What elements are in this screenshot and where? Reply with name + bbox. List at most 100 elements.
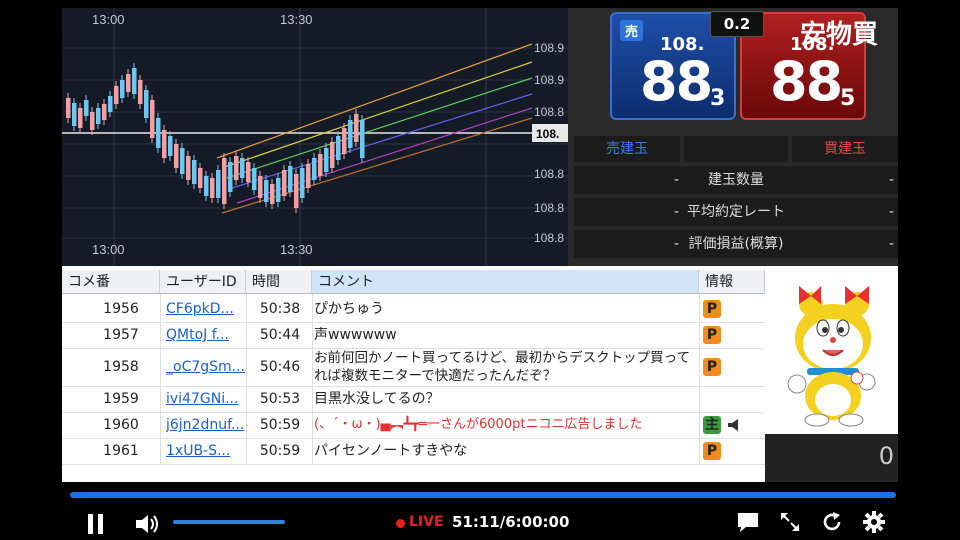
comment-icon[interactable] [736, 511, 760, 533]
price-chart[interactable]: 13:00 13:30 13:00 13:30 108.9 108.9 108.8 108.8… [62, 8, 568, 266]
comment-row[interactable]: 1959 ivi47GNi... 50:53 目黒水没してるの？ [62, 386, 765, 413]
candle-body [282, 170, 287, 196]
candle-body [288, 166, 293, 192]
comment-time: 50:46 [259, 359, 301, 375]
comment-row[interactable]: 1957 QMtoJ f... 50:44 声wwwwww P [62, 322, 765, 349]
channel-line [231, 93, 533, 189]
user-id-link[interactable]: CF6pkD... [166, 296, 246, 322]
candle-body [210, 178, 215, 198]
average-rate-row: - 平均約定レート - [574, 198, 898, 226]
candle-body [312, 158, 317, 180]
time-axis-label: 13:30 [280, 12, 313, 27]
comment-time: 50:53 [259, 391, 301, 407]
comment-text: 声wwwwww [314, 327, 397, 343]
sell-price-pip: 3 [710, 86, 726, 111]
header-no[interactable]: コメ番 [62, 270, 160, 294]
candle-body [96, 108, 101, 124]
candle-body [66, 98, 71, 118]
sell-tag: 売 [620, 20, 644, 41]
comment-number: 1957 [103, 327, 139, 343]
header-comment[interactable]: コメント [312, 270, 699, 294]
candle-body [186, 156, 191, 180]
user-id-link[interactable]: _oC7gSm... [166, 348, 246, 386]
playback-progress-bar[interactable] [70, 492, 896, 498]
fullscreen-icon[interactable] [778, 510, 802, 534]
candle-body [132, 68, 137, 94]
tab-spacer [684, 136, 788, 162]
candle-body [102, 104, 107, 120]
volume-icon[interactable] [134, 512, 160, 536]
tab-sell-positions[interactable]: 売建玉 [574, 136, 680, 162]
candle-body [114, 86, 119, 104]
price-axis-label: 108.8 [534, 201, 564, 215]
candle-body [162, 130, 167, 158]
header-time[interactable]: 時間 [246, 270, 312, 294]
comment-row[interactable]: 1961 1xUB-S... 50:59 パイセンノートすきやな P [62, 438, 765, 465]
candle-body [156, 118, 161, 148]
comment-number: 1961 [103, 443, 139, 459]
comment-number: 1958 [103, 359, 139, 375]
megaphone-icon [728, 419, 738, 431]
playback-time: 51:11/6:00:00 [452, 513, 570, 531]
column-divider [312, 294, 313, 464]
comment-text: お前何回かノート買ってるけど、最初からデスクトップ買ってれば複数モニターで快適だ… [314, 350, 690, 384]
stream-title: 安物買 [800, 20, 879, 50]
premium-badge: P [703, 358, 721, 376]
comment-text: パイセンノートすきやな [314, 443, 468, 459]
tab-buy-positions[interactable]: 買建玉 [792, 136, 898, 162]
candle-body [216, 170, 221, 198]
candle-body [354, 114, 359, 142]
candle-body [126, 74, 131, 92]
price-axis-label: 108.9 [534, 73, 564, 87]
time-axis-label: 13:00 [92, 242, 125, 257]
pause-icon[interactable] [84, 512, 108, 536]
candle-body [270, 184, 275, 204]
comment-time: 50:38 [259, 301, 301, 317]
comment-table[interactable]: コメ番 ユーザーID 時間 コメント 情報 1956 CF6pkD... 50:… [62, 266, 765, 482]
channel-line [236, 107, 533, 204]
comment-row[interactable]: 1956 CF6pkD... 50:38 ぴかちゅう P [62, 296, 765, 323]
comment-row[interactable]: 1960 j6jn2dnuf... 50:59 (、´・ω・)▄︻┻┳═一さんが… [62, 412, 765, 439]
user-id-link[interactable]: j6jn2dnuf... [166, 412, 246, 438]
user-id-link[interactable]: 1xUB-S... [166, 438, 246, 464]
candle-body [198, 168, 203, 188]
candle-body [108, 96, 113, 112]
side-panel: 0 [765, 266, 898, 482]
candle-body [336, 136, 341, 160]
column-divider [246, 294, 247, 464]
comment-text: 目黒水没してるの？ [314, 391, 440, 407]
candle-body [330, 142, 335, 168]
comment-number: 1960 [103, 417, 139, 433]
sell-price-main: 88 [640, 50, 713, 113]
candle-body [84, 100, 89, 116]
reload-icon[interactable] [820, 510, 844, 534]
comment-table-header: コメ番 ユーザーID 時間 コメント 情報 [62, 270, 765, 294]
candle-body [78, 108, 83, 128]
channel-line [216, 43, 533, 159]
candle-body [144, 90, 149, 118]
gear-icon[interactable] [862, 510, 886, 534]
live-label: LIVE [409, 514, 444, 530]
chart-canvas: 13:00 13:30 13:00 13:30 108.9 108.9 108.8 108.8… [62, 8, 568, 266]
comment-number: 1956 [103, 301, 139, 317]
buy-price-pip: 5 [840, 86, 856, 111]
candle-body [120, 80, 125, 98]
price-axis-label: 108.9 [534, 41, 564, 55]
header-info[interactable]: 情報 [699, 270, 765, 294]
candle-body [228, 162, 233, 192]
user-id-link[interactable]: QMtoJ f... [166, 322, 246, 348]
comment-row[interactable]: 1958 _oC7gSm... 50:46 お前何回かノート買ってるけど、最初か… [62, 348, 765, 387]
candle-body [318, 154, 323, 176]
candle-body [168, 136, 173, 156]
candle-body [234, 156, 239, 180]
candle-body [276, 178, 281, 202]
candle-body [180, 148, 185, 174]
candle-body [348, 120, 353, 148]
column-divider [699, 294, 700, 464]
volume-slider[interactable] [173, 520, 285, 524]
ad-notice-text: (、´・ω・)▄︻┻┳═一さんが6000ptニコニ広告しました [314, 417, 643, 432]
user-id-link[interactable]: ivi47GNi... [166, 386, 246, 412]
header-user[interactable]: ユーザーID [160, 270, 246, 294]
comment-time: 50:44 [259, 327, 301, 343]
candle-body [360, 120, 365, 158]
